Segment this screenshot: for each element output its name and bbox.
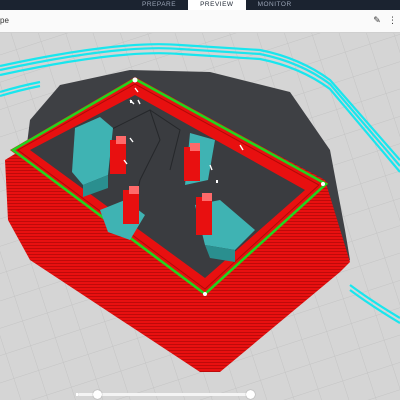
timeline-end-handle[interactable]: [246, 390, 255, 399]
timeline-track[interactable]: [78, 393, 254, 396]
pencil-icon[interactable]: ✎: [372, 15, 382, 25]
tab-preview[interactable]: PREVIEW: [188, 0, 246, 10]
tab-monitor[interactable]: MONITOR: [246, 0, 304, 10]
top-marker: [132, 77, 138, 83]
timeline-start-handle[interactable]: [93, 390, 102, 399]
file-name-label[interactable]: pe: [0, 16, 9, 25]
stage-tabs: PREPARE PREVIEW MONITOR: [130, 0, 304, 10]
stage-bar: PREPARE PREVIEW MONITOR: [0, 0, 400, 10]
layer-timeline: [0, 384, 400, 400]
file-toolbar: pe ✎ ⋮: [0, 10, 400, 33]
tab-prepare[interactable]: PREPARE: [130, 0, 188, 10]
more-vertical-icon[interactable]: ⋮: [388, 15, 397, 25]
preview-viewport[interactable]: [0, 33, 400, 400]
